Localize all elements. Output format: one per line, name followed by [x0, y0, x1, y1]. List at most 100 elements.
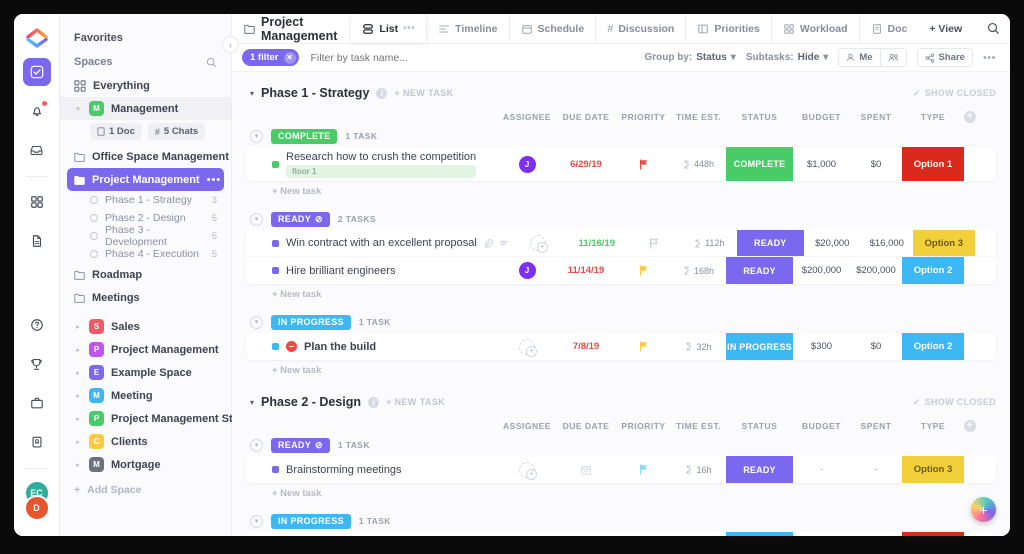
- type-cell[interactable]: Option 3: [902, 456, 964, 483]
- chevron-down-icon[interactable]: ▾: [250, 129, 263, 143]
- task-status-dot[interactable]: [272, 343, 279, 350]
- chip-docs[interactable]: 1 Doc: [90, 123, 142, 140]
- sidebar-space-project-management[interactable]: ▸ P Project Management: [60, 338, 231, 361]
- status-badge[interactable]: READY ⊘: [271, 211, 330, 227]
- active-filter-pill[interactable]: 1 filter ✕: [242, 49, 299, 66]
- status-badge[interactable]: IN PROGRESS: [271, 513, 351, 529]
- rail-item-inbox[interactable]: [23, 136, 51, 164]
- tab-doc[interactable]: Doc: [858, 14, 919, 43]
- chevron-down-icon[interactable]: ▾: [250, 514, 263, 528]
- chevron-right-icon[interactable]: ▸: [74, 346, 82, 354]
- chevron-right-icon[interactable]: ▸: [74, 369, 82, 377]
- share-button[interactable]: Share: [916, 48, 973, 67]
- spent-cell[interactable]: $0: [850, 147, 902, 181]
- me-filter-button[interactable]: Me: [838, 48, 881, 67]
- rail-item-dashboards[interactable]: [23, 188, 51, 216]
- phase-header[interactable]: ▾ Phase 2 - Design i + NEW TASK ✓ SHOW C…: [246, 391, 996, 417]
- rail-item-docs[interactable]: [23, 227, 51, 255]
- group-header[interactable]: ▾ READY ⊘ 2 TASKS: [246, 208, 996, 230]
- task-name[interactable]: Plan the build: [304, 341, 376, 353]
- task-list-content[interactable]: ▾ Phase 1 - Strategy i + NEW TASK ✓ SHOW…: [232, 72, 1010, 536]
- type-cell[interactable]: Option 2: [902, 333, 964, 360]
- spent-cell[interactable]: $0: [850, 333, 902, 360]
- tab-discussion[interactable]: # Discussion: [595, 14, 685, 43]
- chevron-down-icon[interactable]: ▾: [250, 315, 263, 329]
- sidebar-space-mortgage[interactable]: ▸ M Mortgage: [60, 453, 231, 476]
- budget-cell[interactable]: $1,000: [793, 147, 850, 181]
- tab-workload[interactable]: Workload: [770, 14, 859, 43]
- status-cell[interactable]: READY: [726, 456, 793, 483]
- tab-schedule[interactable]: Schedule: [508, 14, 596, 43]
- rail-item-goals[interactable]: [23, 350, 51, 378]
- chevron-down-icon[interactable]: ▾: [250, 438, 263, 452]
- chevron-right-icon[interactable]: ▸: [74, 392, 82, 400]
- blocked-icon[interactable]: –: [286, 341, 297, 352]
- user-avatars[interactable]: EC D: [22, 480, 52, 526]
- due-date[interactable]: 7/8/19: [573, 341, 599, 352]
- sidebar-space-meeting[interactable]: ▸ M Meeting: [60, 384, 231, 407]
- folder-more-icon[interactable]: •••: [207, 174, 222, 186]
- rail-item-notifications[interactable]: [23, 97, 51, 125]
- priority-flag-icon[interactable]: [639, 464, 649, 475]
- chip-chats[interactable]: # 5 Chats: [147, 123, 206, 140]
- priority-flag-icon[interactable]: [639, 265, 649, 276]
- type-cell[interactable]: Option 1: [902, 532, 964, 536]
- table-row[interactable]: Win contract with an excellent proposal …: [246, 230, 996, 257]
- task-status-dot[interactable]: [272, 239, 279, 247]
- sidebar-space-sales[interactable]: ▸ S Sales: [60, 315, 231, 338]
- chevron-right-icon[interactable]: ▸: [74, 461, 82, 469]
- type-cell[interactable]: Option 1: [902, 147, 964, 181]
- sidebar-favorites-header[interactable]: Favorites: [60, 26, 231, 50]
- table-row[interactable]: Research how to crush the competition fl…: [246, 147, 996, 181]
- ellipsis-icon[interactable]: •••: [983, 52, 996, 64]
- new-task-row[interactable]: + New task: [246, 181, 996, 206]
- add-column-button[interactable]: +: [964, 419, 996, 432]
- sidebar-collapse-button[interactable]: ‹: [222, 36, 239, 53]
- tab-timeline[interactable]: Timeline: [426, 14, 508, 43]
- new-task-row[interactable]: + New task: [246, 483, 996, 508]
- phase-header[interactable]: ▾ Phase 1 - Strategy i + NEW TASK ✓ SHOW…: [246, 82, 996, 108]
- task-tag[interactable]: floor 1: [286, 164, 477, 178]
- avatar-placeholder[interactable]: [519, 461, 537, 480]
- sidebar-space-clients[interactable]: ▸ C Clients: [60, 430, 231, 453]
- type-cell[interactable]: Option 2: [902, 257, 964, 284]
- sidebar-folder-roadmap[interactable]: Roadmap: [60, 263, 231, 286]
- group-header[interactable]: ▾ IN PROGRESS 1 TASK: [246, 311, 996, 333]
- assignees-filter-button[interactable]: [880, 48, 907, 67]
- chevron-down-icon[interactable]: ▾: [250, 212, 263, 226]
- avatar[interactable]: J: [518, 155, 536, 173]
- sidebar-spaces-header[interactable]: Spaces: [60, 50, 231, 74]
- sidebar-list-phase-4[interactable]: Phase 4 - Execution 5: [60, 245, 231, 263]
- chevron-right-icon[interactable]: ▸: [74, 323, 82, 331]
- chevron-down-icon[interactable]: ▾: [74, 105, 82, 113]
- info-icon[interactable]: i: [368, 396, 380, 408]
- group-by-control[interactable]: Group by: Status ▾: [644, 52, 735, 63]
- budget-cell[interactable]: $20,000: [804, 230, 861, 256]
- group-header[interactable]: ▾ COMPLETE 1 TASK: [246, 125, 996, 147]
- due-date[interactable]: 11/16/19: [579, 238, 615, 249]
- chevron-down-icon[interactable]: ▾: [250, 398, 254, 407]
- new-task-button[interactable]: + NEW TASK: [386, 397, 445, 407]
- sidebar-folder-meetings[interactable]: Meetings: [60, 286, 231, 309]
- add-space-button[interactable]: + Add Space: [60, 476, 231, 504]
- table-row[interactable]: – Plan the build 7/8/19 32h IN PROGRESS …: [246, 333, 996, 360]
- sidebar-folder-office-space-management[interactable]: Office Space Management: [60, 145, 231, 168]
- status-cell[interactable]: COMPLETE: [726, 147, 793, 181]
- task-name[interactable]: Research how to crush the competition: [286, 151, 476, 163]
- budget-cell[interactable]: $1,000: [793, 532, 850, 536]
- status-cell[interactable]: READY: [736, 230, 804, 256]
- task-name[interactable]: Hire brilliant engineers: [286, 265, 395, 277]
- sidebar-space-management[interactable]: ▾ M Management: [60, 97, 231, 120]
- group-header[interactable]: ▾ READY ⊘ 1 TASK: [246, 434, 996, 456]
- sidebar-list-phase-1[interactable]: Phase 1 - Strategy 3: [60, 191, 231, 209]
- priority-flag-icon[interactable]: [639, 341, 649, 352]
- status-badge[interactable]: COMPLETE: [271, 128, 338, 144]
- subtasks-control[interactable]: Subtasks: Hide ▾: [746, 52, 829, 63]
- tab-list[interactable]: List •••: [351, 14, 427, 43]
- rail-item-help[interactable]: [23, 311, 51, 339]
- new-task-button[interactable]: + NEW TASK: [394, 88, 453, 98]
- tab-more-icon[interactable]: •••: [403, 23, 415, 34]
- clickup-logo-icon[interactable]: [24, 22, 50, 48]
- spent-cell[interactable]: -: [850, 456, 902, 483]
- task-name[interactable]: Win contract with an excellent proposal: [286, 237, 477, 249]
